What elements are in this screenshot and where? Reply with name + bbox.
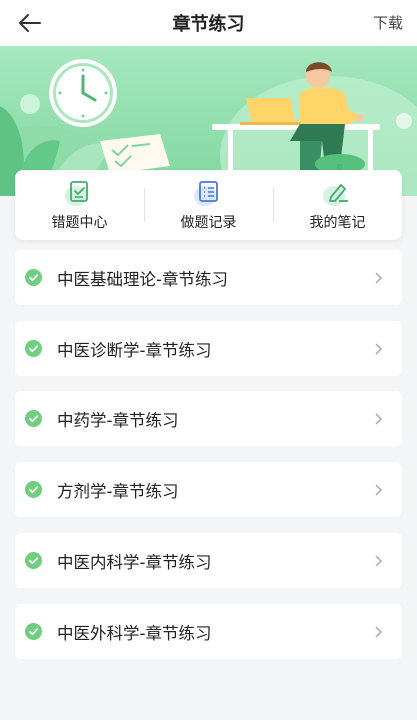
chapter-item-diagnostics[interactable]: 中医诊断学-章节练习	[15, 321, 402, 376]
chapter-label: 中医内科学-章节练习	[57, 552, 212, 572]
chapter-item-basic-theory[interactable]: 中医基础理论-章节练习	[15, 250, 402, 305]
check-circle-icon	[25, 410, 42, 427]
chapter-label: 中医基础理论-章节练习	[57, 269, 228, 289]
check-circle-icon	[25, 623, 42, 640]
chapter-item-pharmacology[interactable]: 中药学-章节练习	[15, 391, 402, 446]
chapter-item-formulas[interactable]: 方剂学-章节练习	[15, 462, 402, 517]
download-button[interactable]: 下载	[373, 12, 403, 33]
shortcut-practice-record[interactable]: 做题记录	[144, 170, 273, 240]
chapter-label: 中医外科学-章节练习	[57, 623, 212, 643]
clock-illustration	[49, 59, 117, 127]
mistake-book-icon	[69, 181, 88, 202]
shortcut-label: 做题记录	[180, 215, 237, 231]
back-arrow-icon	[19, 14, 41, 32]
chevron-right-icon	[375, 625, 383, 638]
chevron-right-icon	[375, 342, 383, 355]
shortcut-label: 我的笔记	[309, 215, 366, 231]
chevron-right-icon	[375, 412, 383, 425]
chapter-label: 中医诊断学-章节练习	[57, 340, 212, 360]
shortcut-mistake-center[interactable]: 错题中心	[15, 170, 144, 240]
chapter-item-internal-medicine[interactable]: 中医内科学-章节练习	[15, 533, 402, 588]
shortcut-my-notes[interactable]: 我的笔记	[273, 170, 402, 240]
top-bar: 章节练习 下载	[0, 0, 417, 46]
pen-note-icon	[328, 184, 348, 202]
check-circle-icon	[25, 269, 42, 286]
check-circle-icon	[25, 552, 42, 569]
chevron-right-icon	[375, 554, 383, 567]
chapter-item-surgery[interactable]: 中医外科学-章节练习	[15, 604, 402, 659]
chapter-label: 方剂学-章节练习	[57, 481, 179, 501]
chevron-right-icon	[375, 483, 383, 496]
check-circle-icon	[25, 481, 42, 498]
chevron-right-icon	[375, 271, 383, 284]
check-circle-icon	[25, 340, 42, 357]
record-list-icon	[198, 181, 218, 202]
page-title: 章节练习	[172, 14, 245, 35]
shortcut-card: 错题中心 做题记录 我的笔记	[15, 170, 402, 240]
back-button[interactable]	[10, 7, 50, 39]
chapter-label: 中药学-章节练习	[57, 410, 179, 430]
shortcut-label: 错题中心	[51, 215, 108, 231]
